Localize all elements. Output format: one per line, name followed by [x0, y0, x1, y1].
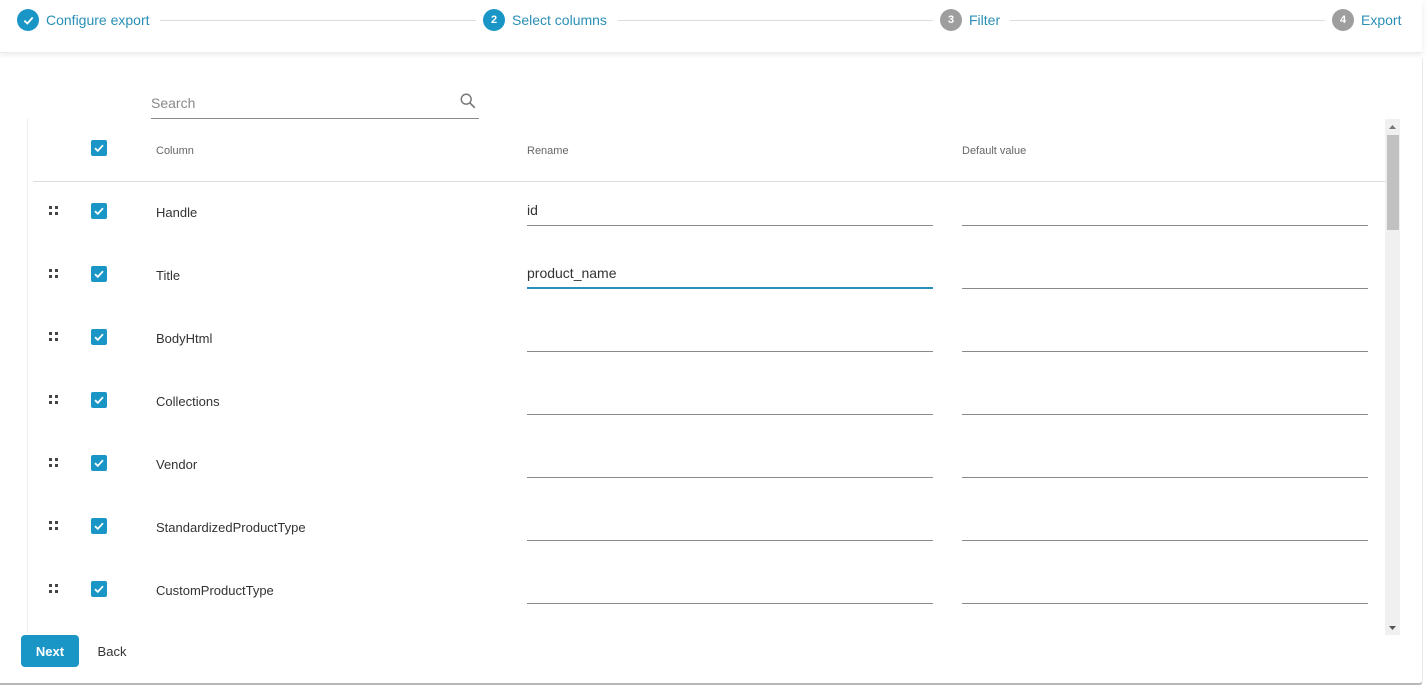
scroll-up-arrow-icon[interactable]	[1385, 119, 1400, 134]
default-value-input[interactable]	[962, 199, 1368, 221]
column-checkbox[interactable]	[91, 392, 107, 408]
default-value-field	[962, 323, 1368, 352]
rename-input[interactable]	[527, 388, 933, 410]
column-name: CustomProductType	[156, 583, 274, 598]
table-row: Title	[28, 244, 1385, 307]
drag-handle-icon[interactable]	[47, 268, 59, 280]
drag-handle-icon[interactable]	[47, 457, 59, 469]
scroll-down-arrow-icon[interactable]	[1385, 620, 1400, 635]
column-checkbox[interactable]	[91, 518, 107, 534]
drag-handle-icon[interactable]	[47, 205, 59, 217]
check-icon	[94, 522, 104, 531]
drag-handle-icon[interactable]	[47, 394, 59, 406]
step-export[interactable]: 4 Export	[1332, 9, 1401, 31]
table-row: CustomProductType	[28, 559, 1385, 622]
drag-handle-icon[interactable]	[47, 331, 59, 343]
table-row: Collections	[28, 370, 1385, 433]
default-value-field	[962, 575, 1368, 604]
step-configure-export[interactable]: Configure export	[17, 9, 150, 31]
step-number-badge: 4	[1332, 9, 1354, 31]
column-name: Title	[156, 268, 181, 283]
drag-handle-icon[interactable]	[47, 583, 59, 595]
export-stepper: Configure export 2 Select columns 3 Filt…	[0, 0, 1422, 53]
search-field	[151, 88, 479, 119]
table-row: Vendor	[28, 433, 1385, 496]
check-icon	[94, 207, 104, 216]
table-row: BodyHtml	[28, 307, 1385, 370]
default-value-field	[962, 386, 1368, 415]
step-label: Configure export	[46, 12, 150, 28]
rename-input[interactable]	[527, 514, 933, 536]
step-label: Filter	[969, 12, 1001, 28]
rename-field	[527, 260, 933, 289]
column-checkbox[interactable]	[91, 455, 107, 471]
rename-input[interactable]	[527, 325, 933, 347]
rename-input[interactable]	[527, 199, 933, 221]
search-icon[interactable]	[459, 92, 477, 110]
check-icon	[23, 16, 33, 25]
default-value-input[interactable]	[962, 577, 1368, 599]
header-rename: Rename	[527, 145, 569, 157]
rename-field	[527, 449, 933, 478]
step-label: Select columns	[512, 12, 607, 28]
rename-input[interactable]	[527, 451, 933, 473]
back-button[interactable]: Back	[86, 635, 138, 667]
scrollbar-thumb[interactable]	[1387, 135, 1399, 230]
default-value-input[interactable]	[962, 262, 1368, 284]
header-column: Column	[156, 145, 194, 157]
default-value-input[interactable]	[962, 388, 1368, 410]
default-value-input[interactable]	[962, 451, 1368, 473]
search-input[interactable]	[151, 92, 441, 114]
columns-table: Column Rename Default value Handle Title B…	[27, 118, 1385, 633]
table-row: StandardizedProductType	[28, 496, 1385, 559]
step-number-badge: 3	[940, 9, 962, 31]
step-done-indicator	[17, 9, 39, 31]
column-checkbox[interactable]	[91, 266, 107, 282]
step-connector	[618, 20, 933, 21]
default-value-field	[962, 512, 1368, 541]
default-value-input[interactable]	[962, 514, 1368, 536]
column-checkbox[interactable]	[91, 203, 107, 219]
table-scrollbar[interactable]	[1385, 119, 1400, 635]
header-default-value: Default value	[962, 145, 1027, 157]
check-icon	[94, 270, 104, 279]
step-connector	[1010, 20, 1325, 21]
rename-field	[527, 323, 933, 352]
column-name: Handle	[156, 205, 198, 220]
check-icon	[94, 396, 104, 405]
drag-handle-icon[interactable]	[47, 520, 59, 532]
rename-input[interactable]	[527, 262, 933, 284]
check-icon	[94, 459, 104, 468]
step-select-columns[interactable]: 2 Select columns	[483, 9, 607, 31]
step-label: Export	[1361, 12, 1402, 28]
default-value-input[interactable]	[962, 325, 1368, 347]
table-row: Handle	[28, 181, 1385, 244]
default-value-field	[962, 260, 1368, 289]
check-icon	[94, 144, 104, 153]
table-header: Column Rename Default value	[33, 118, 1385, 182]
rename-field	[527, 575, 933, 604]
rename-field	[527, 512, 933, 541]
next-button[interactable]: Next	[21, 635, 79, 667]
column-checkbox[interactable]	[91, 581, 107, 597]
column-name: BodyHtml	[156, 331, 213, 346]
column-name: StandardizedProductType	[156, 520, 306, 535]
select-all-checkbox[interactable]	[91, 140, 107, 156]
rename-input[interactable]	[527, 577, 933, 599]
column-checkbox[interactable]	[91, 329, 107, 345]
rename-field	[527, 386, 933, 415]
step-number-badge: 2	[483, 9, 505, 31]
default-value-field	[962, 197, 1368, 226]
column-name: Vendor	[156, 457, 198, 472]
rename-field	[527, 197, 933, 226]
check-icon	[94, 333, 104, 342]
default-value-field	[962, 449, 1368, 478]
step-connector	[160, 20, 476, 21]
step-filter[interactable]: 3 Filter	[940, 9, 1000, 31]
column-name: Collections	[156, 394, 220, 409]
check-icon	[94, 585, 104, 594]
